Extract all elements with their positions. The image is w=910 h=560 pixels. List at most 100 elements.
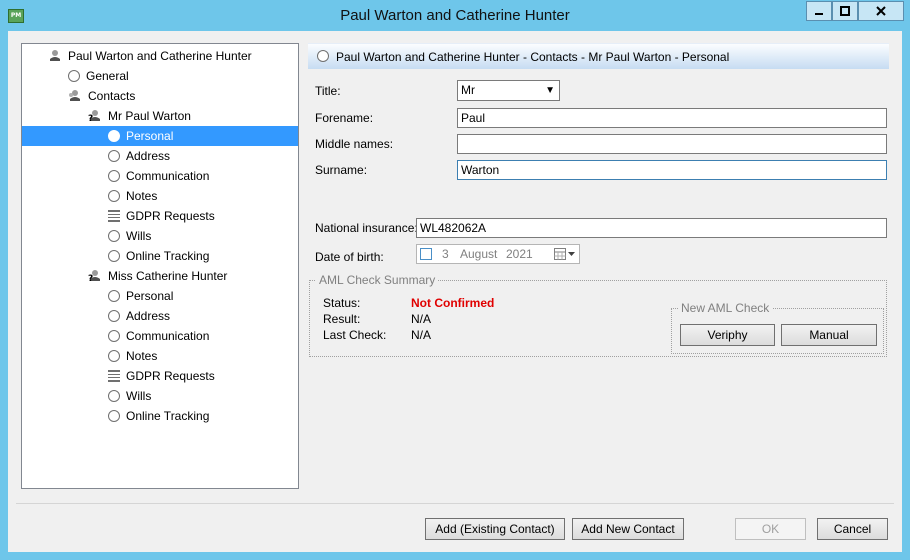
person-icon	[50, 50, 60, 61]
tree-item[interactable]: GDPR Requests	[22, 366, 298, 386]
radio-icon	[108, 250, 120, 262]
title-select-value: Mr	[461, 83, 475, 97]
date-of-birth-picker[interactable]: 3 August 2021	[416, 244, 580, 264]
stack-icon	[108, 370, 120, 382]
middle-names-field[interactable]	[457, 134, 887, 154]
veriphy-button[interactable]: Veriphy	[680, 324, 775, 346]
section-header: Paul Warton and Catherine Hunter - Conta…	[308, 43, 889, 69]
aml-last-check-label: Last Check:	[323, 328, 387, 342]
add-new-contact-button[interactable]: Add New Contact	[572, 518, 684, 540]
svg-text:?: ?	[88, 274, 93, 281]
manual-button[interactable]: Manual	[781, 324, 877, 346]
tree-item-label: Personal	[126, 129, 174, 143]
dialog-client-area: Paul Warton and Catherine Hunter General C…	[8, 31, 902, 552]
surname-label: Surname:	[315, 163, 368, 177]
tree-item-label: Paul Warton and Catherine Hunter	[68, 49, 252, 63]
people-icon	[69, 90, 80, 101]
dob-month: August	[460, 247, 498, 261]
minimize-icon	[815, 13, 823, 15]
aml-result-label: Result:	[323, 312, 361, 326]
tree-item[interactable]: Address	[22, 306, 298, 326]
radio-icon	[108, 330, 120, 342]
forename-field[interactable]: Paul	[457, 108, 887, 128]
add-existing-contact-button[interactable]: Add (Existing Contact)	[425, 518, 565, 540]
chevron-down-icon: ▼	[545, 85, 555, 96]
tree-item[interactable]: Online Tracking	[22, 246, 298, 266]
tree-item-label: Communication	[126, 169, 210, 183]
radio-icon	[108, 350, 120, 362]
tree-item-label: Address	[126, 149, 171, 163]
dialog-window: PM Paul Warton and Catherine Hunter Paul…	[0, 0, 910, 560]
tree-item[interactable]: Communication	[22, 166, 298, 186]
title-label: Title:	[315, 84, 341, 98]
radio-icon	[108, 190, 120, 202]
tree-item[interactable]: Wills	[22, 226, 298, 246]
close-button[interactable]	[858, 1, 904, 21]
title-select[interactable]: Mr ▼	[457, 80, 560, 101]
surname-field[interactable]: Warton	[457, 160, 887, 180]
tree-item-label: Mr Paul Warton	[108, 109, 191, 123]
tree-item[interactable]: Contacts	[22, 86, 298, 106]
national-insurance-field[interactable]: WL482062A	[416, 218, 887, 238]
radio-icon	[108, 150, 120, 162]
tree-item-label: Wills	[126, 389, 152, 403]
radio-icon	[108, 130, 120, 142]
new-aml-check-title: New AML Check	[678, 301, 773, 315]
date-enabled-checkbox[interactable]	[420, 248, 432, 260]
tree-item-label: Wills	[126, 229, 152, 243]
tree-item-label: Personal	[126, 289, 174, 303]
tree-item[interactable]: Personal	[22, 126, 298, 146]
cancel-button[interactable]: Cancel	[817, 518, 888, 540]
radio-icon	[108, 290, 120, 302]
minimize-button[interactable]	[806, 1, 832, 21]
tree-item[interactable]: ? Miss Catherine Hunter	[22, 266, 298, 286]
tree-item-label: Online Tracking	[126, 409, 210, 423]
radio-icon	[108, 170, 120, 182]
forename-label: Forename:	[315, 111, 374, 125]
window-title: Paul Warton and Catherine Hunter	[340, 7, 570, 24]
tree-item-label: Address	[126, 309, 171, 323]
radio-icon	[108, 410, 120, 422]
close-icon	[876, 6, 886, 16]
maximize-button[interactable]	[832, 1, 858, 21]
tree-item-label: General	[86, 69, 129, 83]
tree-item[interactable]: Notes	[22, 346, 298, 366]
tree-item[interactable]: Paul Warton and Catherine Hunter	[22, 46, 298, 66]
date-of-birth-label: Date of birth:	[315, 250, 384, 264]
aml-result-value: N/A	[411, 312, 432, 326]
tree-item[interactable]: Notes	[22, 186, 298, 206]
calendar-dropdown-icon[interactable]	[554, 248, 576, 260]
tree-item[interactable]: GDPR Requests	[22, 206, 298, 226]
radio-icon	[108, 230, 120, 242]
radio-icon	[68, 70, 80, 82]
national-insurance-label: National insurance:	[315, 221, 418, 235]
new-aml-check-group: New AML Check Veriphy Manual	[671, 301, 884, 354]
navigation-tree[interactable]: Paul Warton and Catherine Hunter General C…	[21, 43, 299, 489]
breadcrumb: Paul Warton and Catherine Hunter - Conta…	[336, 50, 730, 64]
maximize-icon	[840, 6, 850, 16]
dob-year: 2021	[506, 247, 533, 261]
footer-divider	[16, 503, 894, 504]
tree-item[interactable]: Wills	[22, 386, 298, 406]
title-bar[interactable]: PM Paul Warton and Catherine Hunter	[0, 0, 910, 31]
tree-item[interactable]: ? Mr Paul Warton	[22, 106, 298, 126]
tree-item[interactable]: Online Tracking	[22, 406, 298, 426]
tree-item[interactable]: General	[22, 66, 298, 86]
aml-group-title: AML Check Summary	[316, 273, 439, 287]
tree-item-label: GDPR Requests	[126, 369, 215, 383]
tree-item-label: Miss Catherine Hunter	[108, 269, 228, 283]
svg-text:?: ?	[88, 114, 93, 121]
dob-day: 3	[442, 247, 449, 261]
tree-item-label: Notes	[126, 349, 158, 363]
tree-item-label: Contacts	[88, 89, 136, 103]
ok-button[interactable]: OK	[735, 518, 806, 540]
tree-item[interactable]: Address	[22, 146, 298, 166]
person-question-icon: ?	[88, 270, 100, 281]
tree-item[interactable]: Personal	[22, 286, 298, 306]
tree-item[interactable]: Communication	[22, 326, 298, 346]
radio-icon	[108, 310, 120, 322]
radio-icon	[108, 390, 120, 402]
stack-icon	[108, 210, 120, 222]
tree-item-label: Online Tracking	[126, 249, 210, 263]
aml-status-label: Status:	[323, 296, 361, 310]
